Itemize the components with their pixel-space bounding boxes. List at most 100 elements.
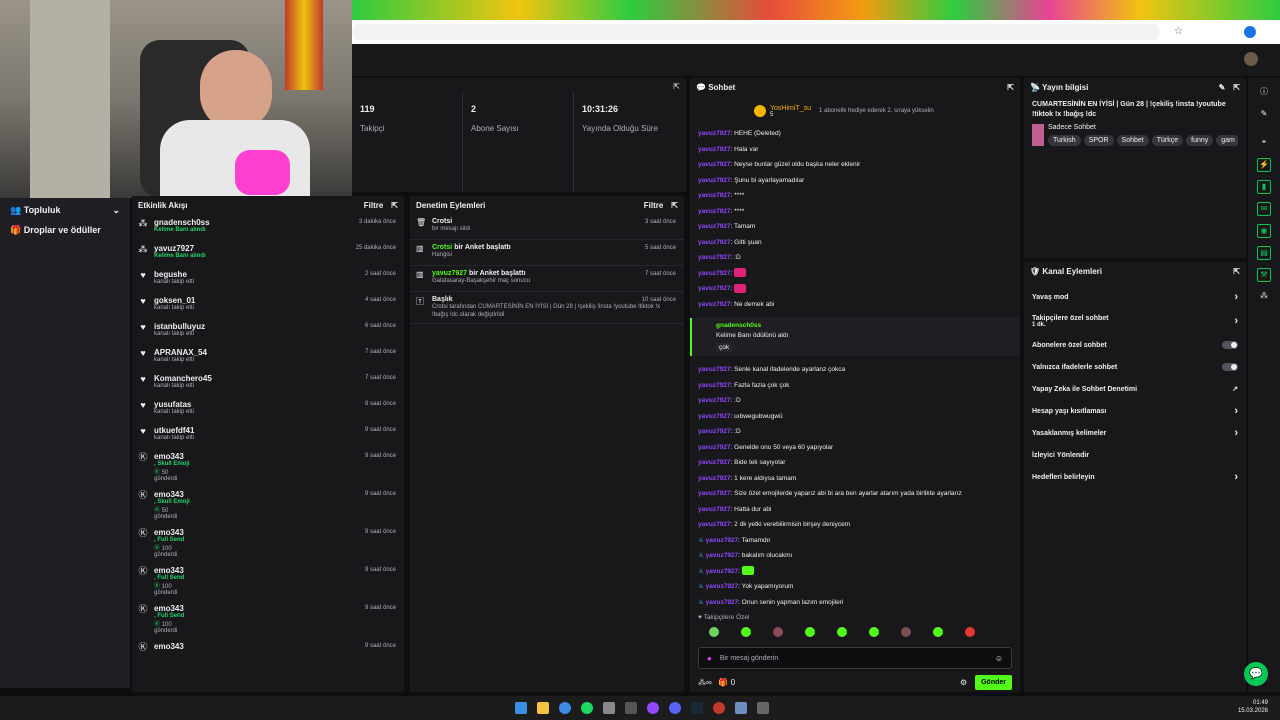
activity-event[interactable]: Ⓚemo343, Full Send Ⓚ 100 gönderdi 9 saat ön… xyxy=(132,524,404,562)
activity-event[interactable]: ♥ istanbulluyuz kanalı takip etti 6 saat ön… xyxy=(132,318,404,344)
activity-event[interactable]: ♥ utkuefdf41 kanalı takip etti 9 saat önce xyxy=(132,422,404,448)
info-icon[interactable]: ⓘ xyxy=(1257,86,1271,100)
chat-username[interactable]: yavuz7927 xyxy=(706,568,739,575)
trash-icon[interactable]: ▮ xyxy=(1257,180,1271,194)
activity-event[interactable]: Ⓚemo343, Skull Emoji Ⓚ 50 gönderdi 9 saat ö… xyxy=(132,486,404,524)
chat-username[interactable]: yavuz7927 xyxy=(698,285,731,292)
chat-username[interactable]: yavuz7927 xyxy=(698,177,731,184)
chat-username[interactable]: yavuz7927 xyxy=(698,208,731,215)
chat-message[interactable]: yavuz7927: uıbwegubwugwü xyxy=(690,409,1020,425)
lightning-icon[interactable]: ⚡ xyxy=(1257,158,1271,172)
chat-message[interactable]: yavuz7927: Fazla fazla çok çok xyxy=(690,378,1020,394)
chat-message[interactable]: yavuz7927: Size özel emojilerde yaparız … xyxy=(690,486,1020,502)
emote-icon[interactable] xyxy=(933,627,943,637)
points-icon[interactable]: ⁂∞ xyxy=(698,678,712,687)
popout-icon[interactable]: ⇱ xyxy=(673,82,680,91)
chat-username[interactable]: yavuz7927 xyxy=(698,223,731,230)
chat-username[interactable]: yavuz7927 xyxy=(698,444,731,451)
activity-event[interactable]: ♥ begushe kanalı takip etti 2 saat önce xyxy=(132,266,404,292)
gear-icon[interactable] xyxy=(757,702,769,714)
toggle-switch[interactable] xyxy=(1222,363,1238,371)
chat-username[interactable]: yavuz7927 xyxy=(698,239,731,246)
points-icon[interactable]: ⁂ xyxy=(1257,290,1271,304)
gear-icon[interactable]: ⚙ xyxy=(960,678,967,687)
chat-message[interactable]: yavuz7927: HEHE (Deleted) xyxy=(690,126,1020,142)
chat-input[interactable]: ● Bir mesaj gönderin ☺ xyxy=(698,647,1012,669)
emote-icon[interactable] xyxy=(709,627,719,637)
twitch-icon[interactable] xyxy=(647,702,659,714)
chat-username[interactable]: yavuz7927 xyxy=(698,366,731,373)
channel-action-row[interactable]: Hesap yaşı kısıtlaması › xyxy=(1024,400,1246,422)
chat-bubble-icon[interactable]: 💬 xyxy=(1244,662,1268,686)
chat-username[interactable]: yavuz7927 xyxy=(698,382,731,389)
stream-tag[interactable]: Türkçe xyxy=(1151,135,1184,146)
stream-tag[interactable]: Turkish xyxy=(1048,135,1081,146)
profile-avatar[interactable] xyxy=(1244,26,1256,38)
emote-icon[interactable] xyxy=(741,627,751,637)
activity-event[interactable]: ⁂ yavuz7927 Kelime Banı alındı 25 dakika ön… xyxy=(132,240,404,266)
chat-username[interactable]: yavuz7927 xyxy=(706,552,739,559)
send-button[interactable]: Gönder xyxy=(975,675,1012,690)
activity-event[interactable]: Ⓚemo343 9 saat önce xyxy=(132,638,404,664)
stream-tag[interactable]: SPOR xyxy=(1083,135,1114,146)
app-icon[interactable] xyxy=(625,702,637,714)
chat-message[interactable]: yavuz7927: 1 kere aldıysa tamam xyxy=(690,471,1020,487)
stream-tag[interactable]: funny xyxy=(1186,135,1214,146)
activity-event[interactable]: ♥ Komanchero45 kanalı takip etti 7 saat önc… xyxy=(132,370,404,396)
chat-username[interactable]: yavuz7927 xyxy=(698,490,731,497)
chat-message[interactable]: yavuz7927: Bide tek sayıyolar xyxy=(690,455,1020,471)
emote-icon[interactable] xyxy=(901,627,911,637)
chat-message[interactable]: yavuz7927: Hala var xyxy=(690,142,1020,158)
chat-username[interactable]: yavuz7927 xyxy=(698,521,731,528)
layout-icon[interactable]: ▤ xyxy=(1257,246,1271,260)
popout-icon[interactable]: ⇱ xyxy=(671,201,678,210)
moderation-action[interactable]: ▥ yavuz7927 bir Anket başlattı Galatasaray… xyxy=(410,266,684,292)
chat-message[interactable]: ⚔ yavuz7927: Onun senin yapman lazım emo… xyxy=(690,595,1020,611)
chat-username[interactable]: yavuz7927 xyxy=(698,301,731,308)
spotify-icon[interactable] xyxy=(581,702,593,714)
activity-event[interactable]: ♥ goksen_01 kanalı takip etti 4 saat önce xyxy=(132,292,404,318)
app-icon[interactable] xyxy=(603,702,615,714)
chat-message[interactable]: yavuz7927: Hatta dur abi xyxy=(690,502,1020,518)
chat-message[interactable]: yavuz7927: 2 dk yetki verebilirmisin bir… xyxy=(690,517,1020,533)
channel-action-row[interactable]: Yavaş mod › xyxy=(1024,286,1246,308)
channel-action-row[interactable]: Takipçilere özel sohbet 1 dk. › xyxy=(1024,308,1246,334)
chat-message[interactable]: yavuz7927: Şunu bi ayarlayamadılar xyxy=(690,173,1020,189)
chat-message[interactable]: yavuz7927: Ne demek abi xyxy=(690,297,1020,313)
chat-username[interactable]: yavuz7927 xyxy=(698,130,731,137)
stream-tag[interactable]: Sohbet xyxy=(1116,135,1149,146)
chat-username[interactable]: yavuz7927 xyxy=(698,254,731,261)
chat-message[interactable]: yavuz7927: **** xyxy=(690,204,1020,220)
sidebar-item-community[interactable]: 👥 Topluluk ⌄ xyxy=(0,200,130,220)
sidebar-item-drops[interactable]: 🎁 Droplar ve ödüller xyxy=(0,220,130,240)
emoji-icon[interactable]: ☺ xyxy=(995,654,1003,663)
wrench-icon[interactable]: ⚒ xyxy=(1257,268,1271,282)
chat-username[interactable]: yavuz7927 xyxy=(698,428,731,435)
chat-username[interactable]: yavuz7927 xyxy=(698,270,731,277)
chat-username[interactable]: yavuz7927 xyxy=(698,475,731,482)
chat-username[interactable]: yavuz7927 xyxy=(706,537,739,544)
popout-icon[interactable]: ⇱ xyxy=(1007,83,1014,92)
browser-icon[interactable] xyxy=(559,702,571,714)
chat-message[interactable]: yavuz7927: **** xyxy=(690,188,1020,204)
chat-username[interactable]: yavuz7927 xyxy=(706,599,739,606)
chat-message[interactable]: ⚔ yavuz7927: Tamamdır xyxy=(690,533,1020,549)
channel-action-row[interactable]: Abonelere özel sohbet xyxy=(1024,334,1246,356)
chat-username[interactable]: yavuz7927 xyxy=(698,506,731,513)
pinned-gift-banner[interactable]: YosHimiT_su 5 1 abonelik hediye ederek 2… xyxy=(690,96,1020,126)
chat-username[interactable]: yavuz7927 xyxy=(698,459,731,466)
chat-message[interactable]: yavuz7927: Gitti şuan xyxy=(690,235,1020,251)
star-icon[interactable]: ☆ xyxy=(1174,26,1183,37)
channel-action-row[interactable]: İzleyici Yönlendir xyxy=(1024,444,1246,466)
toggle-switch[interactable] xyxy=(1222,341,1238,349)
crosshair-icon[interactable]: ⌖ xyxy=(1257,136,1271,150)
stream-tag[interactable]: gam xyxy=(1216,135,1238,146)
chat-message[interactable]: yavuz7927: xyxy=(690,281,1020,297)
chat-message[interactable]: ⚔ yavuz7927: bakalım olucakmı xyxy=(690,548,1020,564)
emote-icon[interactable] xyxy=(965,627,975,637)
chat-message[interactable]: yavuz7927: Senle kanal ifadeleride ayarl… xyxy=(690,362,1020,378)
activity-filter-button[interactable]: Filtre xyxy=(364,201,384,210)
emote-icon[interactable] xyxy=(773,627,783,637)
activity-event[interactable]: ♥ APRANAX_54 kanalı takip etti 7 saat önce xyxy=(132,344,404,370)
activity-event[interactable]: ⁂ gnadensch0ss Kelime Banı alındı 3 dakika … xyxy=(132,214,404,240)
